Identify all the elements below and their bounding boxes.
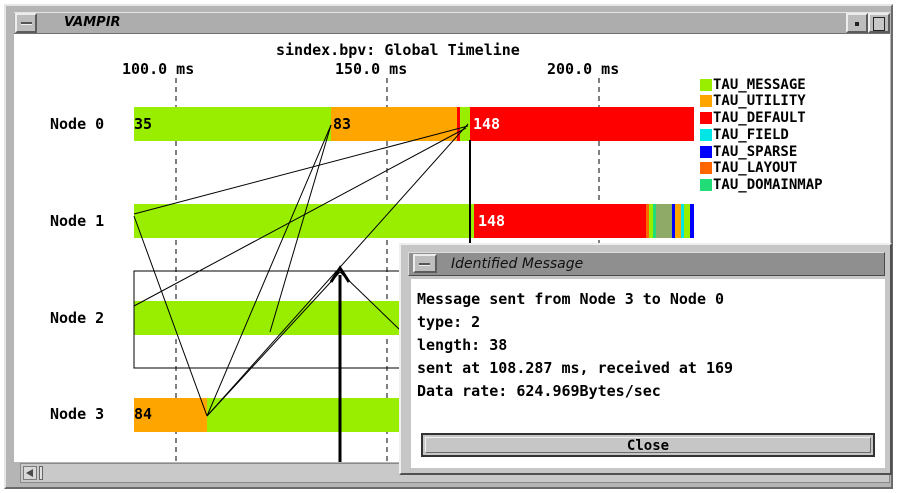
dialog-menu-button[interactable]	[413, 254, 437, 273]
legend-swatch	[700, 179, 712, 191]
identified-message-dialog: Identified Message Message sent from Nod…	[399, 243, 892, 475]
legend-label: TAU_SPARSE	[713, 144, 798, 160]
message-summary: Message sent from Node 3 to Node 0	[417, 290, 725, 308]
scroll-thumb[interactable]	[39, 466, 43, 480]
close-button[interactable]: Close	[421, 433, 875, 457]
message-length: length: 38	[417, 336, 508, 354]
legend-label: TAU_LAYOUT	[713, 160, 798, 176]
dialog-menu-icon	[419, 263, 430, 266]
legend-swatch	[700, 95, 712, 107]
dialog-titlebar[interactable]: Identified Message	[408, 252, 885, 276]
legend-label: TAU_DOMAINMAP	[713, 177, 823, 193]
message-timing: sent at 108.287 ms, received at 169	[417, 359, 734, 377]
legend-swatch	[700, 162, 712, 174]
dialog-message-details: Message sent from Node 3 to Node 0 type:…	[411, 279, 885, 468]
legend-swatch	[700, 146, 712, 158]
legend-label: TAU_DEFAULT	[713, 110, 806, 126]
message-type: type: 2	[417, 313, 481, 331]
legend-swatch	[700, 79, 712, 91]
legend-swatch	[700, 129, 712, 141]
dialog-title: Identified Message	[451, 256, 584, 272]
legend-label: TAU_FIELD	[713, 127, 789, 143]
legend-label: TAU_UTILITY	[713, 93, 806, 109]
legend-label: TAU_MESSAGE	[713, 77, 806, 93]
legend-swatch	[700, 112, 712, 124]
close-button-label: Close	[626, 438, 670, 454]
message-data-rate: Data rate: 624.969Bytes/sec	[417, 382, 661, 400]
scroll-left-arrow-icon[interactable]	[23, 466, 37, 480]
